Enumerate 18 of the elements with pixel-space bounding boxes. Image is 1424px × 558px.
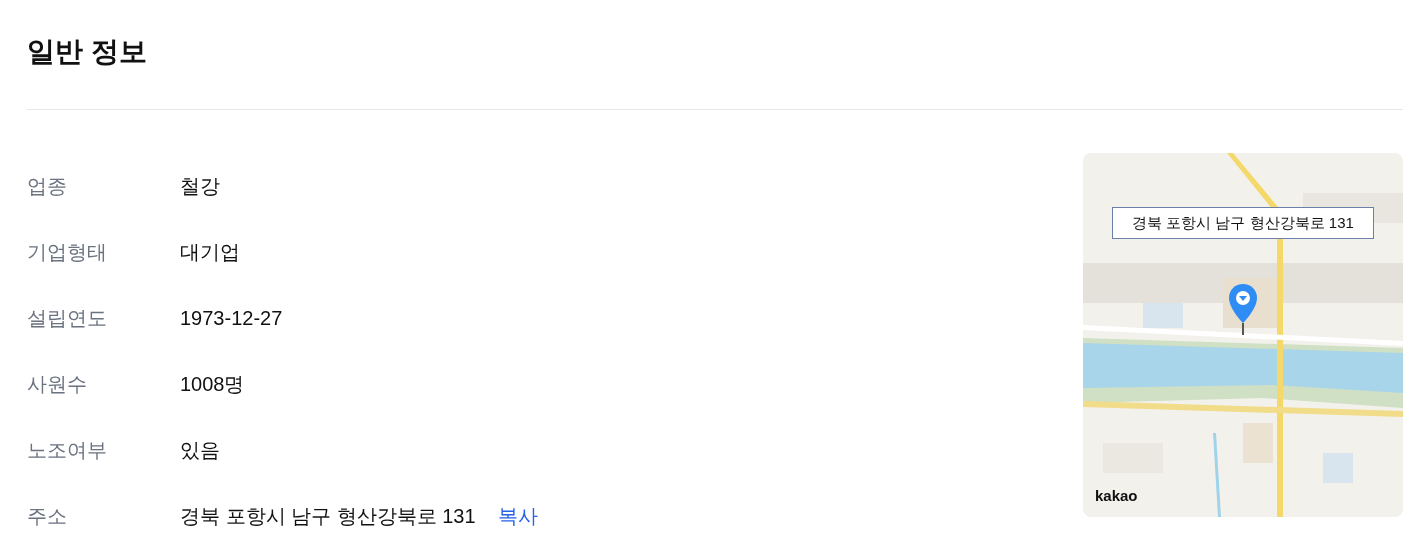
field-label: 설립연도	[27, 306, 108, 331]
field-label: 사원수	[27, 372, 88, 397]
field-value: 대기업	[180, 240, 240, 265]
map-logo: kakao	[1095, 485, 1138, 506]
field-value: 있음	[180, 438, 220, 463]
field-value: 경북 포항시 남구 형산강북로 131	[180, 504, 476, 529]
map[interactable]: 경북 포항시 남구 형산강북로 131 kakao	[1083, 153, 1403, 517]
map-pin-icon	[1228, 283, 1258, 337]
field-label: 노조여부	[27, 438, 108, 463]
field-value: 1973-12-27	[180, 306, 283, 331]
field-value: 1008명	[180, 372, 245, 397]
field-label: 업종	[27, 174, 68, 199]
copy-link[interactable]: 복사	[497, 501, 538, 531]
field-label: 주소	[27, 504, 68, 529]
field-value: 철강	[180, 174, 220, 199]
map-info-window: 경북 포항시 남구 형산강북로 131	[1112, 207, 1374, 239]
section-title: 일반 정보	[27, 34, 147, 69]
field-label: 기업형태	[27, 240, 108, 265]
